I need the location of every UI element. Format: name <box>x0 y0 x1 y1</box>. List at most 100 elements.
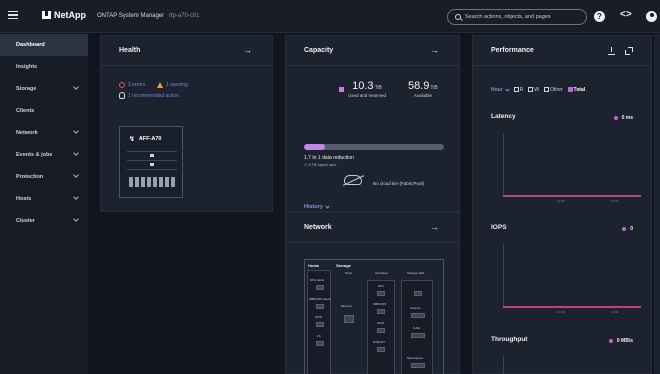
sidebar-item-clients[interactable]: Clients <box>0 100 88 122</box>
netapp-logo-icon <box>42 11 51 19</box>
app-title: ONTAP System Manager rtp-a70-c01 <box>97 13 200 19</box>
filter-other[interactable]: Other <box>544 87 563 93</box>
recommended-link[interactable]: 1 recommended action <box>128 93 179 99</box>
top-bar: NetApp ONTAP System Manager rtp-a70-c01 … <box>0 0 660 33</box>
available-value: 58.9 <box>408 80 430 92</box>
health-card-header: Health → <box>101 36 272 66</box>
series-dot <box>608 339 613 343</box>
sidebar-item-cluster[interactable]: Cluster <box>0 210 88 232</box>
search-input[interactable] <box>465 14 583 20</box>
chevron-down-icon <box>73 194 79 200</box>
checkbox-icon <box>544 87 550 93</box>
tick-label: 10:30 <box>557 310 565 314</box>
cluster-name: rtp-a70-c01 <box>168 13 200 19</box>
performance-card-header: Performance <box>473 36 651 66</box>
used-swatch <box>339 87 344 92</box>
performance-tools <box>608 47 633 55</box>
sidebar-item-network[interactable]: Network <box>0 122 88 144</box>
storage-vms-column: Volumes LUNs Namespaces <box>401 280 433 374</box>
arrow-right-icon[interactable]: → <box>430 46 439 55</box>
user-icon[interactable] <box>646 11 657 22</box>
capacity-bar <box>304 144 444 150</box>
time-range-value: Hour <box>491 87 503 93</box>
filter-total[interactable]: Total <box>567 87 585 93</box>
available-stat: 58.9TiB Available <box>408 80 438 98</box>
help-icon[interactable]: ? <box>594 11 605 22</box>
arrow-right-icon[interactable]: → <box>430 223 439 232</box>
iops-value: 0 <box>622 226 633 232</box>
hamburger-icon[interactable] <box>8 11 18 20</box>
ports-heading: Ports <box>345 271 353 275</box>
storage-vms-heading: Storage VMs <box>407 271 425 275</box>
arrow-right-icon[interactable]: → <box>243 46 252 55</box>
interface-slot[interactable] <box>377 309 385 314</box>
sidebar-item-dashboard[interactable]: Dashboard <box>0 34 88 56</box>
used-unit: TiB <box>374 85 382 91</box>
hosts-heading: Hosts <box>308 263 320 268</box>
network-card: Network → Hosts Storage Ports Interfaces… <box>285 212 460 374</box>
expand-icon[interactable] <box>625 47 633 55</box>
series-dot <box>613 116 618 120</box>
performance-card: Performance Hour R W Other Total Latency… <box>472 35 652 374</box>
storage-heading: Storage <box>336 263 351 268</box>
interface-slot[interactable] <box>377 347 385 352</box>
svm-slot[interactable] <box>411 363 425 368</box>
interface-slot[interactable] <box>377 291 385 296</box>
sidebar-item-label: Dashboard <box>16 42 45 48</box>
warnings-link[interactable]: 1 warning <box>166 82 188 88</box>
available-unit: TiB <box>430 85 438 91</box>
cloud-tier-status: No cloud tier (FabricPool) <box>373 181 425 186</box>
sidebar-item-events-jobs[interactable]: Events & jobs <box>0 144 88 166</box>
data-reduction: 1.7 to 1 data reduction <box>304 155 354 161</box>
chevron-down-icon <box>73 216 79 222</box>
code-icon[interactable]: <> <box>620 9 632 20</box>
sidebar-item-label: Insights <box>16 64 38 70</box>
interfaces-column: NFS SMB/CIFS iSCSI NVMe/FC <box>367 280 395 374</box>
svm-slot[interactable] <box>411 333 425 338</box>
tick-label: 10:30 <box>557 199 565 203</box>
node-rack-graphic <box>127 151 177 187</box>
performance-title: Performance <box>491 47 534 54</box>
iops-label: IOPS <box>491 224 507 231</box>
capacity-card-header: Capacity → <box>286 36 459 66</box>
ethernet-port[interactable] <box>344 315 354 323</box>
sidebar-item-insights[interactable]: Insights <box>0 56 88 78</box>
interface-slot[interactable] <box>377 328 385 333</box>
series-dot <box>622 227 627 231</box>
filter-write[interactable]: W <box>528 87 539 93</box>
svm-slot[interactable] <box>411 313 425 318</box>
used-label: Used and reserved <box>348 93 387 98</box>
throughput-label: Throughput <box>491 336 528 343</box>
chevron-down-icon <box>505 86 510 92</box>
cloud-off-icon <box>344 175 362 185</box>
history-label: History <box>304 204 323 210</box>
sidebar-item-storage[interactable]: Storage <box>0 78 88 100</box>
search-box[interactable] <box>447 9 587 25</box>
bolt-icon: ↯ <box>129 136 135 143</box>
iops-series-line <box>503 306 641 308</box>
ethernet-label: Ethernet <box>341 304 352 308</box>
checkbox-icon <box>513 87 519 93</box>
sidebar-item-label: Storage <box>16 86 37 92</box>
throughput-value: 0 MB/s <box>608 338 633 344</box>
host-slot[interactable] <box>316 285 324 290</box>
latency-series-line <box>503 195 641 197</box>
page-scrollbar[interactable] <box>654 34 660 374</box>
chevron-down-icon <box>325 203 330 209</box>
brand-logo[interactable]: NetApp <box>42 10 86 20</box>
svm-slot[interactable] <box>414 291 422 296</box>
host-slot[interactable] <box>316 341 324 346</box>
host-slot[interactable] <box>316 322 324 327</box>
sidebar-item-protection[interactable]: Protection <box>0 166 88 188</box>
sidebar-item-hosts[interactable]: Hosts <box>0 188 88 210</box>
filter-read[interactable]: R <box>513 87 523 93</box>
host-slot[interactable] <box>316 304 324 309</box>
time-range-select[interactable]: Hour <box>491 86 510 93</box>
health-recommendation: 1 recommended action <box>119 92 179 99</box>
brand-name: NetApp <box>54 10 86 20</box>
errors-link[interactable]: 2 errors <box>128 82 145 88</box>
latency-chart <box>503 133 643 195</box>
node-tile[interactable]: ↯ AFF-A70 <box>119 126 183 198</box>
history-toggle[interactable]: History <box>304 203 330 210</box>
download-icon[interactable] <box>608 47 615 55</box>
